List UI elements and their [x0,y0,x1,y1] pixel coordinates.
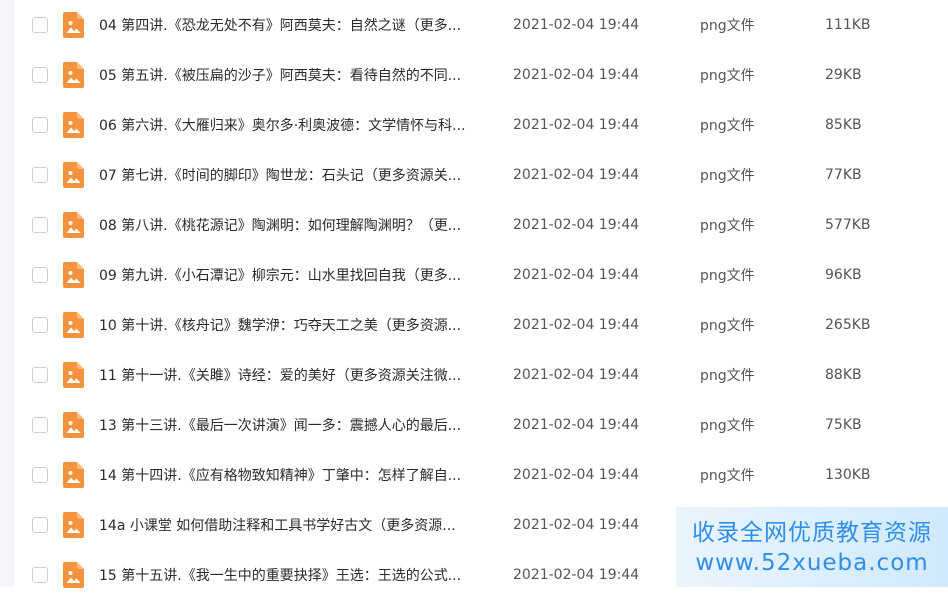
file-row[interactable]: 07 第七讲.《时间的脚印》陶世龙：石头记（更多资源关... 2021-02-0… [0,150,948,200]
file-type: png文件 [700,468,755,484]
file-name[interactable]: 14a 小课堂 如何借助注释和工具书学好古文（更多资源... [99,515,456,535]
file-date: 2021-02-04 19:44 [513,217,640,233]
row-checkbox[interactable] [32,467,48,483]
image-file-icon [63,312,84,338]
watermark-slogan: 收录全网优质教育资源 [692,520,932,546]
file-name[interactable]: 08 第八讲.《桃花源记》陶渊明：如何理解陶渊明？（更... [99,215,461,235]
file-date: 2021-02-04 19:44 [513,467,640,483]
row-checkbox[interactable] [32,417,48,433]
file-name[interactable]: 10 第十讲.《核舟记》魏学洢：巧夺天工之美（更多资源... [99,315,461,335]
file-type: png文件 [700,318,755,334]
file-name[interactable]: 07 第七讲.《时间的脚印》陶世龙：石头记（更多资源关... [99,165,461,185]
row-checkbox[interactable] [32,217,48,233]
file-size: 96KB [825,267,862,283]
image-file-icon [63,212,84,238]
file-type: png文件 [700,368,755,384]
row-checkbox[interactable] [32,567,48,583]
file-size: 88KB [825,367,862,383]
image-file-icon [63,562,84,588]
file-type: png文件 [700,418,755,434]
file-name[interactable]: 04 第四讲.《恐龙无处不有》阿西莫夫：自然之谜（更多... [99,15,461,35]
file-name[interactable]: 09 第九讲.《小石潭记》柳宗元：山水里找回自我（更多... [99,265,461,285]
file-size: 75KB [825,417,862,433]
file-date: 2021-02-04 19:44 [513,267,640,283]
file-date: 2021-02-04 19:44 [513,117,640,133]
site-watermark: 收录全网优质教育资源 www.52xueba.com [676,507,948,587]
file-size: 85KB [825,117,862,133]
file-type: png文件 [700,118,755,134]
image-file-icon [63,162,84,188]
row-checkbox[interactable] [32,67,48,83]
row-checkbox[interactable] [32,267,48,283]
image-file-icon [63,262,84,288]
file-date: 2021-02-04 19:44 [513,167,640,183]
file-size: 111KB [825,17,871,33]
file-type: png文件 [700,268,755,284]
file-date: 2021-02-04 19:44 [513,417,640,433]
file-date: 2021-02-04 19:44 [513,517,640,533]
row-checkbox[interactable] [32,17,48,33]
file-row[interactable]: 14 第十四讲.《应有格物致知精神》丁肇中：怎样了解自... 2021-02-0… [0,450,948,500]
file-name[interactable]: 15 第十五讲.《我一生中的重要抉择》王选：王选的公式... [99,565,461,585]
file-name[interactable]: 11 第十一讲.《关雎》诗经：爱的美好（更多资源关注微... [99,365,461,385]
image-file-icon [63,462,84,488]
file-date: 2021-02-04 19:44 [513,367,640,383]
file-size: 29KB [825,67,862,83]
file-row[interactable]: 05 第五讲.《被压扁的沙子》阿西莫夫：看待自然的不同... 2021-02-0… [0,50,948,100]
file-row[interactable]: 06 第六讲.《大雁归来》奥尔多·利奥波德：文学情怀与科... 2021-02-… [0,100,948,150]
file-date: 2021-02-04 19:44 [513,317,640,333]
file-size: 265KB [825,317,871,333]
row-checkbox[interactable] [32,117,48,133]
watermark-url: www.52xueba.com [695,550,929,576]
image-file-icon [63,512,84,538]
image-file-icon [63,62,84,88]
file-name[interactable]: 14 第十四讲.《应有格物致知精神》丁肇中：怎样了解自... [99,465,461,485]
file-row[interactable]: 08 第八讲.《桃花源记》陶渊明：如何理解陶渊明？（更... 2021-02-0… [0,200,948,250]
file-type: png文件 [700,18,755,34]
image-file-icon [63,12,84,38]
row-checkbox[interactable] [32,317,48,333]
file-size: 130KB [825,467,871,483]
file-row[interactable]: 09 第九讲.《小石潭记》柳宗元：山水里找回自我（更多... 2021-02-0… [0,250,948,300]
file-date: 2021-02-04 19:44 [513,17,640,33]
file-row[interactable]: 04 第四讲.《恐龙无处不有》阿西莫夫：自然之谜（更多... 2021-02-0… [0,0,948,50]
file-date: 2021-02-04 19:44 [513,567,640,583]
file-name[interactable]: 13 第十三讲.《最后一次讲演》闻一多：震撼人心的最后... [99,415,461,435]
file-name[interactable]: 06 第六讲.《大雁归来》奥尔多·利奥波德：文学情怀与科... [99,115,466,135]
file-date: 2021-02-04 19:44 [513,67,640,83]
row-checkbox[interactable] [32,367,48,383]
file-size: 577KB [825,217,871,233]
file-type: png文件 [700,168,755,184]
file-type: png文件 [700,218,755,234]
row-checkbox[interactable] [32,517,48,533]
file-row[interactable]: 10 第十讲.《核舟记》魏学洢：巧夺天工之美（更多资源... 2021-02-0… [0,300,948,350]
image-file-icon [63,412,84,438]
file-row[interactable]: 13 第十三讲.《最后一次讲演》闻一多：震撼人心的最后... 2021-02-0… [0,400,948,450]
file-name[interactable]: 05 第五讲.《被压扁的沙子》阿西莫夫：看待自然的不同... [99,65,461,85]
image-file-icon [63,112,84,138]
image-file-icon [63,362,84,388]
row-checkbox[interactable] [32,167,48,183]
file-type: png文件 [700,68,755,84]
file-size: 77KB [825,167,862,183]
file-row[interactable]: 11 第十一讲.《关雎》诗经：爱的美好（更多资源关注微... 2021-02-0… [0,350,948,400]
